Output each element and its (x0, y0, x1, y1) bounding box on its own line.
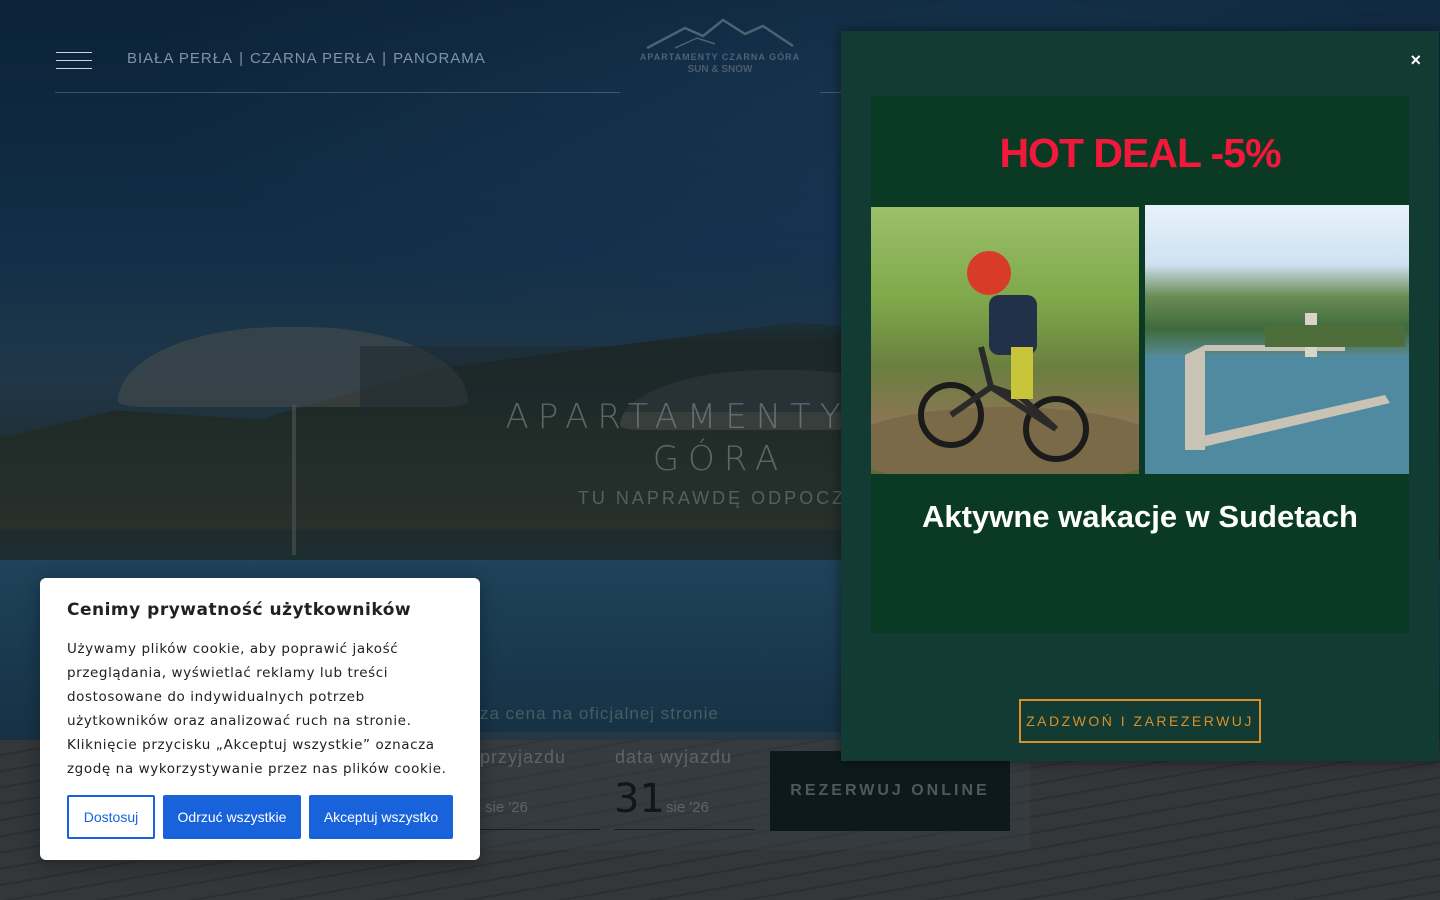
arrival-date-label: przyjazdu (480, 747, 567, 767)
promo-popup: × HOT DEAL -5% Aktywne wakacje w Sudetac… (841, 31, 1439, 761)
header-divider-left (55, 92, 620, 93)
departure-date-month[interactable]: sie '26 (666, 799, 709, 816)
arrival-date-underline (470, 829, 600, 830)
call-and-book-button[interactable]: ZADZWOŃ I ZAREZERWUJ (1019, 699, 1261, 743)
best-price-note: za cena na oficjalnej stronie (480, 704, 719, 723)
mountain-logo-icon (646, 18, 794, 50)
arrival-date-month[interactable]: sie '26 (485, 799, 528, 816)
book-online-button[interactable]: REZERWUJ ONLINE (770, 751, 1010, 831)
departure-date-label: data wyjazdu (615, 747, 733, 767)
cookie-body: Używamy plików cookie, aby poprawić jako… (67, 641, 447, 777)
logo-line1: APARTAMENTY CZARNA GÓRA (639, 52, 801, 62)
site-logo[interactable]: APARTAMENTY CZARNA GÓRA SUN & SNOW (638, 18, 802, 75)
departure-date-underline (614, 829, 755, 830)
hot-deal-text: HOT DEAL -5% (999, 130, 1281, 176)
accept-all-button[interactable]: Akceptuj wszystko (309, 795, 453, 839)
nav-separator: | (382, 50, 388, 67)
nav-item-biala-perla[interactable]: BIAŁA PERŁA (127, 50, 233, 67)
cookie-consent-dialog: Cenimy prywatność użytkowników Używamy p… (40, 578, 480, 860)
main-nav: BIAŁA PERŁA | CZARNA PERŁA | PANORAMA (127, 50, 486, 67)
departure-date-day[interactable]: 31 (614, 776, 665, 822)
promo-tagline: Aktywne wakacje w Sudetach (922, 499, 1358, 534)
cyclist-photo (871, 207, 1139, 474)
cookie-title: Cenimy prywatność użytkowników (67, 600, 412, 620)
logo-line2: SUN & SNOW (687, 64, 753, 75)
nav-item-panorama[interactable]: PANORAMA (393, 50, 486, 67)
lake-photo (1145, 205, 1409, 474)
reject-all-button[interactable]: Odrzuć wszystkie (163, 795, 301, 839)
menu-icon[interactable] (56, 52, 92, 70)
customize-button[interactable]: Dostosuj (67, 795, 155, 839)
promo-banner[interactable]: HOT DEAL -5% Aktywne wakacje w Sudetach (871, 96, 1409, 633)
nav-separator: | (239, 50, 244, 67)
close-icon[interactable]: × (1410, 51, 1421, 69)
nav-item-czarna-perla[interactable]: CZARNA PERŁA (250, 50, 376, 67)
